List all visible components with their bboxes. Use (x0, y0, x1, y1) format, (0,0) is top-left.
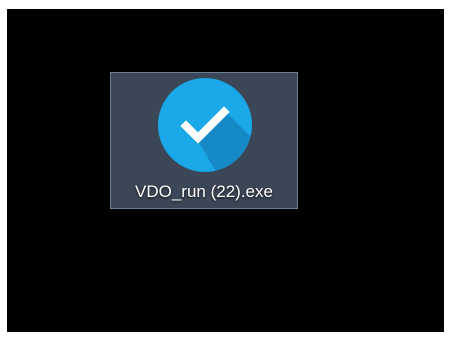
desktop-icon-label: VDO_run (22).exe (135, 182, 273, 201)
checkmark-circle-icon (157, 77, 253, 173)
desktop-area[interactable]: VDO_run (22).exe (7, 9, 444, 332)
desktop-icon-vdo-run[interactable]: VDO_run (22).exe (110, 72, 298, 209)
